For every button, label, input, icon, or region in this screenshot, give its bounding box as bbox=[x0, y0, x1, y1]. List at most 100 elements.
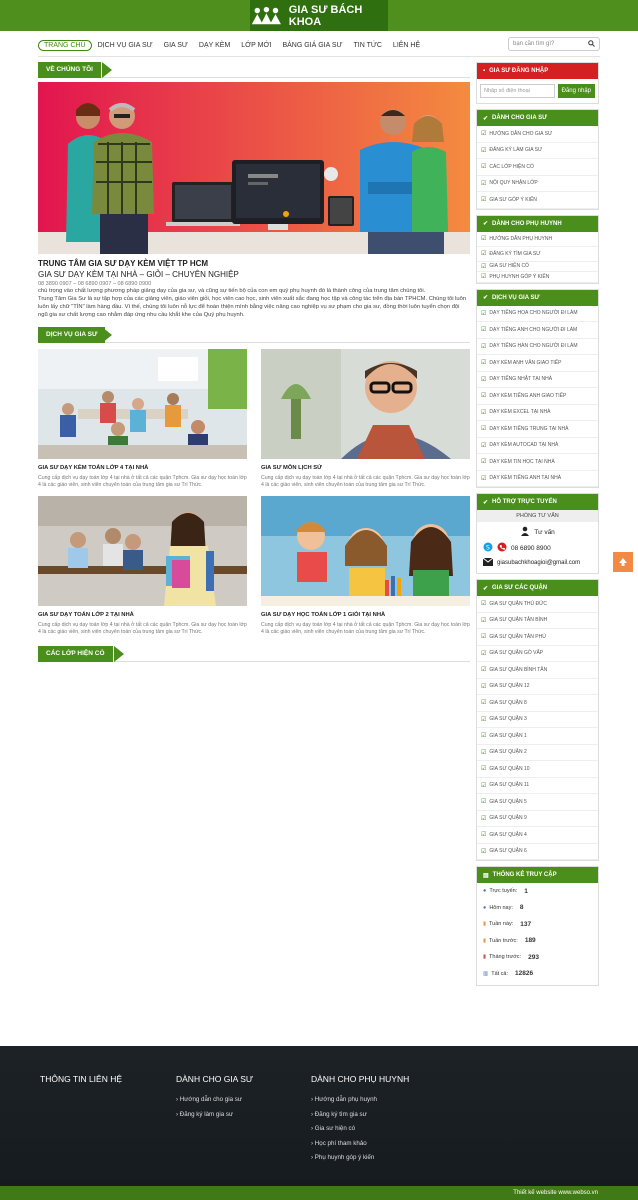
nav-item-home[interactable]: TRANG CHỦ bbox=[38, 39, 92, 51]
sidebar-link[interactable]: ☑ CÁC LỚP HIỆN CÓ bbox=[477, 159, 598, 176]
sidebar-link[interactable]: ☑ GIA SƯ QUẬN 12 bbox=[477, 679, 598, 695]
teacher-image[interactable] bbox=[261, 349, 470, 459]
link-label: GIA SƯ QUẬN THỦ ĐỨC bbox=[489, 600, 548, 607]
link-label: GIA SƯ QUẬN TÂN PHÚ bbox=[489, 633, 546, 640]
sidebar-link[interactable]: ☑ GIA SƯ QUẬN 11 bbox=[477, 778, 598, 794]
sidebar-link[interactable]: ☑ DẠY TIẾNG HÀN CHO NGƯỜI ĐI LÀM bbox=[477, 339, 598, 355]
email-row[interactable]: giasubachkhoagioi@gmail.com bbox=[477, 556, 598, 573]
sidebar-link[interactable]: ☑ GIA SƯ QUẬN TÂN PHÚ bbox=[477, 629, 598, 646]
skype-icon[interactable]: S bbox=[483, 542, 493, 554]
sidebar-link[interactable]: ☑ GIA SƯ QUẬN BÌNH TÂN bbox=[477, 662, 598, 679]
nav-item-services[interactable]: DỊCH VỤ GIA SƯ bbox=[98, 42, 153, 49]
nav-item-contact[interactable]: LIÊN HỆ bbox=[393, 42, 420, 49]
sidebar-link[interactable]: ☑ HƯỚNG DẪN PHỤ HUYNH bbox=[477, 232, 598, 247]
link-label: ĐĂNG KÝ TÌM GIA SƯ bbox=[489, 250, 541, 257]
section-heading: VỀ CHÚNG TÔI bbox=[38, 62, 101, 78]
sidebar-link[interactable]: ☑ GIA SƯ GÓP Ý KIẾN bbox=[477, 192, 598, 209]
stat-value: 137 bbox=[520, 920, 532, 928]
about-title: TRUNG TÂM GIA SƯ DẠY KÈM VIỆT TP HCM bbox=[38, 259, 209, 268]
footer-link[interactable]: › Phụ huynh góp ý kiến bbox=[311, 1154, 409, 1169]
phone-row[interactable]: S 08 6890 8900 bbox=[477, 540, 598, 556]
today-icon: ● bbox=[483, 904, 487, 911]
footer-link-label: Học phí tham khảo bbox=[314, 1139, 367, 1147]
children-image[interactable] bbox=[261, 496, 470, 606]
check-icon: ✔ bbox=[483, 585, 489, 592]
check-icon: ☑ bbox=[481, 310, 487, 317]
sidebar-link[interactable]: ☑ GIA SƯ QUẬN THỦ ĐỨC bbox=[477, 596, 598, 613]
service-card[interactable]: GIA SƯ DẠY KÈM TOÁN LỚP 4 TẠI NHÀ Cung c… bbox=[38, 349, 247, 489]
sidebar-link[interactable]: ☑ GIA SƯ QUẬN GÒ VẤP bbox=[477, 646, 598, 662]
support-phone[interactable]: 08 6890 8900 bbox=[511, 545, 551, 552]
sidebar-link[interactable]: ☑ GIA SƯ QUẬN 10 bbox=[477, 761, 598, 778]
section-heading: CÁC LỚP HIỆN CÓ bbox=[38, 646, 113, 662]
students-image[interactable] bbox=[38, 496, 247, 606]
footer-link[interactable]: › Đăng ký làm gia sư bbox=[176, 1111, 253, 1126]
check-icon: ✔ bbox=[483, 499, 489, 506]
service-card[interactable]: GIA SƯ MÔN LỊCH SỬ Cung cấp dịch vụ dạy … bbox=[261, 349, 470, 489]
nav-item-pricing[interactable]: BẢNG GIÁ GIA SƯ bbox=[282, 42, 342, 49]
search-input[interactable]: bạn cần tìm gì? bbox=[508, 37, 600, 51]
footer-link[interactable]: › Học phí tham khảo bbox=[311, 1140, 409, 1155]
login-button[interactable]: Đăng nhập bbox=[557, 84, 595, 98]
card-title[interactable]: GIA SƯ DẠY KÈM TOÁN LỚP 4 TẠI NHÀ bbox=[38, 465, 247, 471]
footer-link[interactable]: › Hướng dẫn phụ huynh bbox=[311, 1096, 409, 1111]
card-title[interactable]: GIA SƯ MÔN LỊCH SỬ bbox=[261, 465, 470, 471]
sidebar-link[interactable]: ☑ GIA SƯ QUẬN 5 bbox=[477, 794, 598, 811]
sidebar-link[interactable]: ☑ ĐĂNG KÝ LÀM GIA SƯ bbox=[477, 143, 598, 159]
sidebar-link[interactable]: ☑ GIA SƯ QUẬN 8 bbox=[477, 695, 598, 712]
credit-text[interactable]: Thiết kế website www.webso.vn bbox=[513, 1190, 598, 1196]
footer-link-label: Gia sư hiện có bbox=[314, 1125, 356, 1132]
sidebar-link[interactable]: ☑ DẠY KÈM TIẾNG TRUNG TẠI NHÀ bbox=[477, 421, 598, 438]
footer-link-label: Hướng dẫn phụ huynh bbox=[314, 1096, 377, 1103]
nav-item-new-classes[interactable]: LỚP MỚI bbox=[241, 42, 271, 49]
sidebar-link[interactable]: ☑ DẠY KÈM TIẾNG ANH GIAO TIẾP bbox=[477, 388, 598, 405]
sidebar-link[interactable]: ☑ ĐĂNG KÝ TÌM GIA SƯ bbox=[477, 247, 598, 262]
site-logo[interactable]: GIA SƯ BÁCH KHOA bbox=[250, 0, 388, 31]
sidebar-link[interactable]: ☑ DẠY TIẾNG ANH CHO NGƯỜI ĐI LÀM bbox=[477, 322, 598, 339]
sidebar-link[interactable]: ☑ GIA SƯ QUẬN 6 bbox=[477, 844, 598, 860]
search-icon[interactable] bbox=[588, 39, 595, 49]
sidebar-link[interactable]: ☑ DẠY KÈM TIN HỌC TẠI NHÀ bbox=[477, 454, 598, 471]
sidebar-link[interactable]: ☑ GIA SƯ QUẬN 4 bbox=[477, 827, 598, 844]
sidebar-link[interactable]: ☑ NỘI QUY NHẬN LỚP bbox=[477, 176, 598, 192]
sidebar-link[interactable]: ☑ DẠY KÈM TIẾNG ANH TẠI NHÀ bbox=[477, 471, 598, 487]
nav-item-news[interactable]: TIN TỨC bbox=[354, 42, 382, 49]
footer-link[interactable]: › Hướng dẫn cho gia sư bbox=[176, 1096, 253, 1111]
sidebar-link[interactable]: ☑ GIA SƯ QUẬN 1 bbox=[477, 728, 598, 745]
sidebar: ▪ GIA SƯ ĐĂNG NHẬP Nhập số điện thoại Đăn… bbox=[476, 62, 599, 991]
sidebar-link[interactable]: ☑ GIA SƯ QUẬN TÂN BÌNH bbox=[477, 613, 598, 629]
support-email[interactable]: giasubachkhoagioi@gmail.com bbox=[497, 560, 580, 566]
about-subtitle: GIA SƯ DẠY KÈM TẠI NHÀ – GIỎI – CHUYÊN N… bbox=[38, 270, 239, 279]
login-title: GIA SƯ ĐĂNG NHẬP bbox=[489, 68, 549, 74]
heading-arrow bbox=[102, 327, 112, 343]
sidebar-link[interactable]: ☑ DẠY KÈM ANH VĂN GIAO TIẾP bbox=[477, 355, 598, 372]
card-title[interactable]: GIA SƯ DẠY HỌC TOÁN LỚP 1 GIỎI TẠI NHÀ bbox=[261, 612, 470, 618]
stat-row: ▥ Tất cả: 12826 bbox=[477, 966, 598, 983]
phone-input[interactable]: Nhập số điện thoại bbox=[480, 84, 555, 98]
nav-item-tutoring[interactable]: DẠY KÈM bbox=[199, 42, 230, 49]
service-card[interactable]: GIA SƯ DẠY TOÁN LỚP 2 TẠI NHÀ Cung cấp d… bbox=[38, 496, 247, 636]
classroom-image[interactable] bbox=[38, 349, 247, 459]
sidebar-link[interactable]: ☑ DẠY TIẾNG HOA CHO NGƯỜI ĐI LÀM bbox=[477, 306, 598, 322]
sidebar-link[interactable]: ☑ PHỤ HUYNH GÓP Ý KIẾN bbox=[477, 272, 598, 283]
check-icon: ☑ bbox=[481, 147, 487, 154]
arrow-up-icon[interactable] bbox=[613, 552, 633, 572]
support-title: HỖ TRỢ TRỰC TUYẾN bbox=[492, 499, 557, 505]
sidebar-link[interactable]: ☑ DẠY KÈM EXCEL TẠI NHÀ bbox=[477, 405, 598, 421]
sidebar-link[interactable]: ☑ DẠY KÈM AUTOCAD TẠI NHÀ bbox=[477, 438, 598, 454]
link-label: DẠY TIẾNG HOA CHO NGƯỜI ĐI LÀM bbox=[489, 310, 578, 317]
stats-heading: ▤ THỐNG KÊ TRUY CẬP bbox=[477, 867, 598, 883]
sidebar-link[interactable]: ☑ GIA SƯ QUẬN 2 bbox=[477, 745, 598, 761]
check-icon: ☑ bbox=[481, 131, 487, 138]
sidebar-link[interactable]: ☑ GIA SƯ HIỆN CÓ bbox=[477, 262, 598, 272]
card-title[interactable]: GIA SƯ DẠY TOÁN LỚP 2 TẠI NHÀ bbox=[38, 612, 247, 618]
nav-item-tutors[interactable]: GIA SƯ bbox=[164, 42, 188, 49]
footer-link[interactable]: › Đăng ký tìm gia sư bbox=[311, 1111, 409, 1126]
footer-link[interactable]: › Gia sư hiện có bbox=[311, 1125, 409, 1140]
check-icon: ☑ bbox=[481, 393, 487, 400]
sidebar-link[interactable]: ☑ HƯỚNG DẪN CHO GIA SƯ bbox=[477, 126, 598, 143]
sidebar-link[interactable]: ☑ GIA SƯ QUẬN 3 bbox=[477, 712, 598, 728]
sidebar-link[interactable]: ☑ DẠY TIẾNG NHẬT TẠI NHÀ bbox=[477, 372, 598, 388]
service-card[interactable]: GIA SƯ DẠY HỌC TOÁN LỚP 1 GIỎI TẠI NHÀ C… bbox=[261, 496, 470, 636]
sidebar-link[interactable]: ☑ GIA SƯ QUẬN 9 bbox=[477, 811, 598, 827]
